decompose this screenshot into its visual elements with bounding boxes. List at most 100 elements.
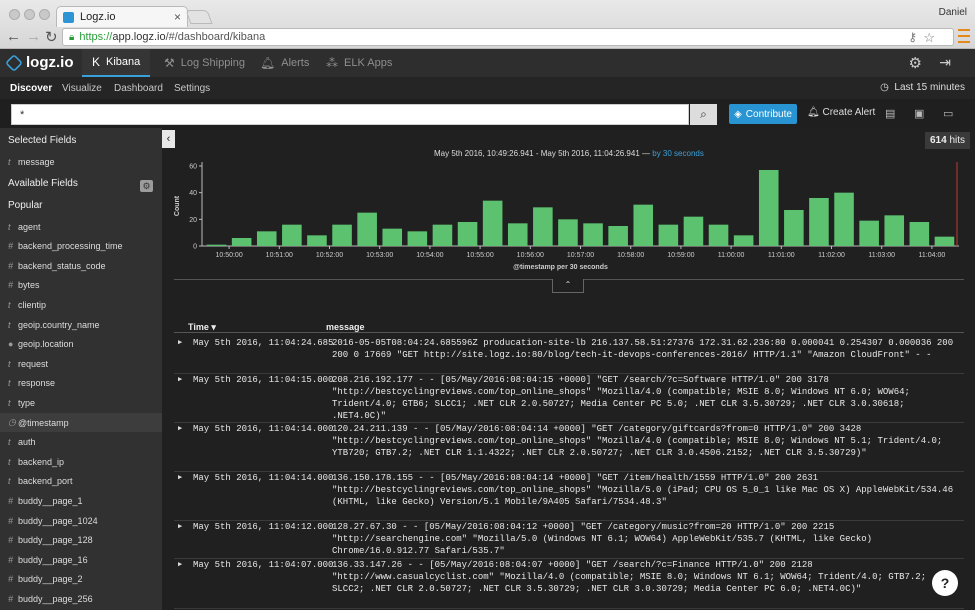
- histogram-bar: [583, 223, 603, 246]
- nav-alerts[interactable]: 🔔︎ Alerts: [260, 49, 309, 77]
- x-tick-label: 10:56:00: [517, 252, 544, 259]
- tab-settings[interactable]: Settings: [174, 83, 210, 94]
- close-tab-icon[interactable]: ×: [174, 10, 181, 24]
- time-picker[interactable]: ◷ Last 15 minutes: [880, 82, 965, 93]
- search-input[interactable]: [11, 104, 689, 125]
- browser-tab[interactable]: Logz.io ×: [56, 6, 188, 27]
- nav-elk-apps[interactable]: ⁂ ELK Apps: [326, 49, 392, 77]
- expand-row-icon[interactable]: ▶: [178, 423, 182, 435]
- tab-visualize[interactable]: Visualize: [62, 83, 102, 94]
- sidebar-field[interactable]: ◷ @timestamp: [0, 413, 162, 432]
- sidebar-field[interactable]: # backend_processing_time: [0, 237, 162, 256]
- row-time: May 5th 2016, 11:04:14.000: [193, 424, 334, 434]
- field-type-icon: t: [8, 437, 11, 448]
- table-row[interactable]: ▶ May 5th 2016, 11:04:14.000 120.24.211.13…: [174, 423, 964, 472]
- field-type-icon: #: [8, 554, 14, 565]
- bookmark-star-icon[interactable]: ☆: [923, 30, 935, 46]
- sidebar-field[interactable]: ● geoip.location: [0, 335, 162, 354]
- logz-favicon-icon: [63, 11, 74, 23]
- address-bar[interactable]: 🔒︎ https:// app.logz.io /#/dashboard/kib…: [62, 28, 954, 46]
- table-row[interactable]: ▶ May 5th 2016, 11:04:14.000 136.150.178.1…: [174, 472, 964, 521]
- field-name: agent: [18, 221, 41, 232]
- browser-user[interactable]: Daniel: [939, 7, 967, 18]
- field-type-icon: t: [8, 456, 11, 467]
- forward-arrow-icon[interactable]: →: [26, 28, 41, 45]
- zoom-window-button[interactable]: [39, 9, 50, 20]
- sidebar-field[interactable]: # bytes: [0, 276, 162, 295]
- table-row[interactable]: ▶ May 5th 2016, 11:04:15.000 208.216.192.1…: [174, 374, 964, 423]
- nav-kibana[interactable]: K Kibana: [82, 49, 150, 77]
- field-type-icon: t: [8, 156, 11, 167]
- sidebar-field[interactable]: # backend_status_code: [0, 256, 162, 275]
- browser-menu-icon[interactable]: [958, 29, 970, 43]
- sidebar-field[interactable]: t request: [0, 354, 162, 373]
- row-message: 120.24.211.139 - - [05/May/2016:08:04:14…: [332, 424, 943, 458]
- histogram-bar: [934, 236, 955, 246]
- sidebar-field[interactable]: # buddy__page_2: [0, 570, 162, 589]
- table-row[interactable]: ▶ May 5th 2016, 11:04:24.685 2016-05-05T08…: [174, 337, 964, 374]
- field-name: buddy__page_2: [18, 574, 83, 585]
- create-alert-button[interactable]: 🔔︎ Create Alert: [807, 107, 875, 118]
- field-settings-gear-icon[interactable]: ⚙: [140, 180, 153, 192]
- expand-row-icon[interactable]: ▶: [178, 472, 182, 484]
- expand-row-icon[interactable]: ▶: [178, 337, 182, 349]
- logz-logo-icon: [4, 53, 24, 72]
- sidebar-field[interactable]: t geoip.country_name: [0, 315, 162, 334]
- search-button[interactable]: ⌕: [690, 104, 717, 125]
- tab-dashboard[interactable]: Dashboard: [114, 83, 163, 94]
- sidebar-field[interactable]: t auth: [0, 433, 162, 452]
- sidebar-field[interactable]: t clientip: [0, 295, 162, 314]
- close-window-button[interactable]: [9, 9, 20, 20]
- time-header-label: Time: [188, 322, 209, 332]
- x-tick-label: 10:51:00: [266, 252, 293, 259]
- field-type-icon: #: [8, 535, 14, 546]
- histogram-chart[interactable]: 0 20 40 60 Count 10:50:00 10:51:00 10:52:00 10:5…: [162, 154, 962, 279]
- apps-icon: ⁂: [326, 56, 338, 70]
- sidebar-field[interactable]: t agent: [0, 217, 162, 236]
- collapse-sidebar-button[interactable]: ‹: [162, 130, 175, 148]
- table-row[interactable]: ▶ May 5th 2016, 11:04:12.000 128.27.67.30 …: [174, 521, 964, 559]
- histogram-bar: [332, 224, 352, 246]
- nav-log-shipping[interactable]: ⚒ Log Shipping: [164, 49, 245, 77]
- expand-row-icon[interactable]: ▶: [178, 559, 182, 571]
- sidebar-field[interactable]: t type: [0, 393, 162, 412]
- expand-row-icon[interactable]: ▶: [178, 521, 182, 533]
- sidebar-field[interactable]: t response: [0, 374, 162, 393]
- sidebar-field[interactable]: # buddy__page_128: [0, 531, 162, 550]
- clock-icon: ◷: [880, 82, 889, 93]
- field-name: type: [18, 397, 36, 408]
- save-search-icon[interactable]: ▣: [914, 107, 924, 120]
- toggle-chart-button[interactable]: ⌃: [552, 279, 584, 293]
- reload-icon[interactable]: ↻: [45, 28, 58, 46]
- selected-field-message[interactable]: t message: [0, 152, 162, 171]
- field-type-icon: t: [8, 299, 11, 310]
- sidebar-field[interactable]: # buddy__page_1024: [0, 511, 162, 530]
- logo[interactable]: logz.io: [4, 53, 74, 72]
- field-name: buddy__page_1024: [18, 515, 98, 526]
- back-arrow-icon[interactable]: ←: [6, 28, 21, 45]
- table-row[interactable]: ▶ May 5th 2016, 11:04:07.000 136.33.147.26…: [174, 559, 964, 609]
- contribute-button[interactable]: ◈ Contribute: [729, 104, 797, 124]
- nav-label: Log Shipping: [180, 57, 245, 69]
- expand-row-icon[interactable]: ▶: [178, 374, 182, 386]
- search-row: ⌕ ◈ Contribute 🔔︎ Create Alert ▤ ▣ ▭: [0, 99, 975, 128]
- sidebar-field[interactable]: # buddy__page_16: [0, 550, 162, 569]
- histogram-bar: [809, 198, 829, 246]
- tab-discover[interactable]: Discover: [10, 83, 52, 94]
- settings-gear-icon[interactable]: ⚙: [909, 54, 922, 72]
- new-search-icon[interactable]: ▤: [885, 107, 895, 120]
- minimize-window-button[interactable]: [24, 9, 35, 20]
- open-search-icon[interactable]: ▭: [943, 107, 953, 120]
- sidebar-field[interactable]: t backend_port: [0, 472, 162, 491]
- sidebar-field[interactable]: t backend_ip: [0, 452, 162, 471]
- sidebar-field[interactable]: # buddy__page_256: [0, 589, 162, 608]
- contribute-icon: ◈: [734, 108, 742, 120]
- field-name: buddy__page_16: [18, 554, 88, 565]
- new-tab-button[interactable]: [185, 10, 213, 24]
- x-tick-label: 11:04:00: [919, 252, 946, 259]
- logout-icon[interactable]: ⇥: [939, 54, 951, 71]
- key-icon[interactable]: ⚷: [908, 30, 917, 44]
- sidebar-field[interactable]: # buddy__page_1: [0, 491, 162, 510]
- histogram-bar: [507, 223, 528, 246]
- column-header-message[interactable]: message: [326, 322, 365, 332]
